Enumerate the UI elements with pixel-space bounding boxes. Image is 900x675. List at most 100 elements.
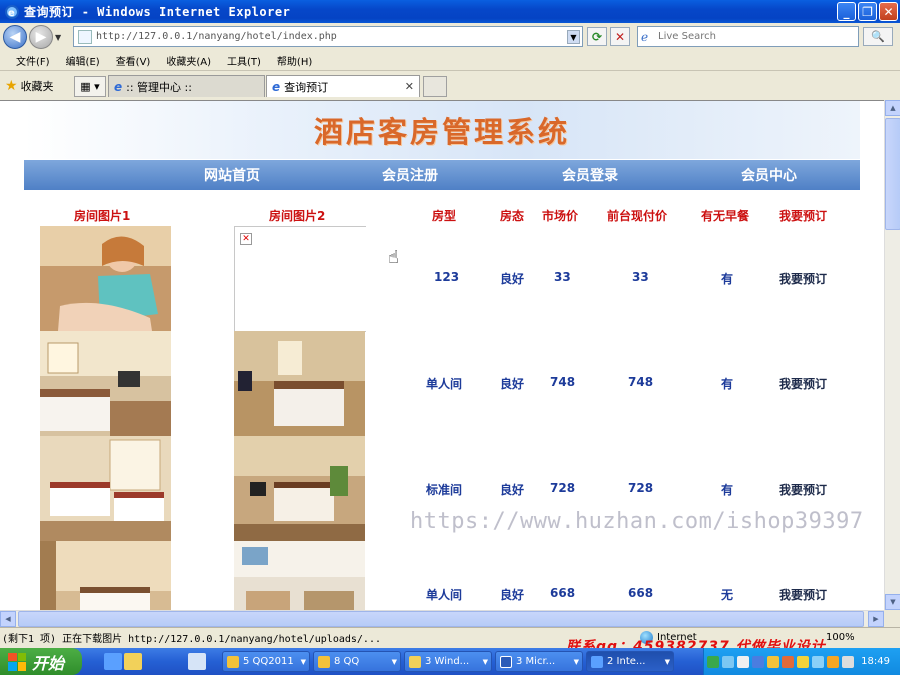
back-button[interactable]: ◀ [3, 25, 27, 49]
tray-icon[interactable] [737, 655, 749, 668]
desktop-quicklaunch-icon[interactable] [188, 653, 206, 670]
scroll-up-icon[interactable]: ▲ [885, 100, 900, 116]
address-url[interactable]: http://127.0.0.1/nanyang/hotel/index.php [96, 31, 337, 42]
search-input[interactable] [658, 31, 848, 42]
tray-icon[interactable] [767, 655, 779, 668]
status-text: (剩下1 项) 正在下载图片 http://127.0.0.1/nanyang/… [2, 634, 381, 645]
favorites-button[interactable]: ★ 收藏夹 [5, 78, 54, 94]
cell-room-type: 标准间 [426, 483, 463, 497]
ie-icon: e [5, 4, 19, 19]
tray-icon[interactable] [782, 655, 794, 668]
task-label: 2 Inte... [607, 656, 646, 667]
chevron-down-icon: ▼ [573, 657, 579, 666]
book-link[interactable]: 我要预订 [779, 586, 827, 603]
windows-flag-icon [8, 652, 26, 671]
forward-button[interactable]: ▶ [29, 25, 53, 49]
menu-favorites[interactable]: 收藏夹(A) [166, 53, 211, 68]
svg-text:e: e [8, 8, 15, 19]
scroll-right-icon[interactable]: ▶ [868, 611, 884, 627]
zoom-level[interactable]: 100% [826, 632, 855, 643]
cell-front-desk-price: 33 [632, 270, 649, 284]
header-market-price: 市场价 [542, 209, 579, 223]
tab-query-booking[interactable]: e 查询预订 ✕ [266, 75, 420, 97]
close-tab-icon[interactable]: ✕ [405, 80, 414, 93]
cell-room-status: 良好 [500, 588, 525, 602]
ie-icon [591, 655, 603, 668]
menu-tools[interactable]: 工具(T) [227, 53, 261, 68]
minimize-button[interactable]: _ [837, 2, 856, 21]
hand-cursor-icon: ☝ [388, 247, 399, 268]
start-button[interactable]: 开始 [0, 648, 82, 675]
taskbar-item-qq2011[interactable]: 5 QQ2011 ▼ [222, 651, 310, 672]
vertical-scrollbar[interactable]: ▲ ▼ [884, 100, 900, 610]
close-button[interactable]: ✕ [879, 2, 898, 21]
word-icon [500, 655, 512, 668]
site-banner: 酒店客房管理系统 [24, 101, 860, 159]
header-room-status: 房态 [500, 209, 525, 223]
tab-admin-center[interactable]: e :: 管理中心 :: [108, 75, 265, 97]
task-label: 8 QQ [334, 656, 360, 667]
quick-tabs-button[interactable]: ▦ ▾ [74, 76, 106, 97]
scroll-thumb[interactable] [18, 611, 864, 627]
cell-front-desk-price: 748 [628, 375, 654, 389]
tray-icon[interactable] [797, 655, 809, 668]
scroll-thumb[interactable] [885, 118, 900, 230]
header-room-type: 房型 [432, 209, 457, 223]
tray-icon[interactable] [752, 655, 764, 668]
room-photo [40, 436, 171, 541]
page-content: 酒店客房管理系统 网站首页 会员注册 会员登录 会员中心 房间图片1 房间图片2… [0, 100, 884, 610]
taskbar-item-word[interactable]: 3 Micr... ▼ [495, 651, 583, 672]
tray-icon[interactable] [812, 655, 824, 668]
tray-icon[interactable] [827, 655, 839, 668]
header-breakfast: 有无早餐 [701, 209, 750, 223]
address-bar[interactable]: http://127.0.0.1/nanyang/hotel/index.php… [73, 26, 583, 47]
book-link[interactable]: 我要预订 [779, 270, 827, 287]
scroll-corner [884, 610, 900, 626]
menu-file[interactable]: 文件(F) [16, 53, 50, 68]
search-go-button[interactable]: 🔍 [863, 27, 893, 46]
taskbar-item-ie[interactable]: 2 Inte... ▼ [586, 651, 674, 672]
room-photo [234, 436, 365, 541]
nav-register[interactable]: 会员注册 [382, 165, 438, 185]
favorites-label: 收藏夹 [20, 79, 54, 93]
scroll-left-icon[interactable]: ◀ [0, 611, 16, 627]
nav-home[interactable]: 网站首页 [204, 165, 260, 185]
system-tray: 18:49 [703, 648, 900, 675]
room-photo [40, 541, 171, 610]
book-link[interactable]: 我要预订 [779, 375, 827, 392]
cell-breakfast: 有 [721, 483, 734, 497]
scroll-down-icon[interactable]: ▼ [885, 594, 900, 610]
start-label: 开始 [32, 653, 65, 673]
search-box[interactable]: ℯ [637, 26, 859, 47]
tray-icon[interactable] [707, 655, 719, 668]
address-dropdown-icon[interactable]: ▼ [567, 30, 580, 44]
cell-room-status: 良好 [500, 483, 525, 497]
horizontal-scrollbar[interactable]: ◀ ▶ [0, 610, 884, 627]
cell-market-price: 728 [550, 481, 576, 495]
new-tab-button[interactable] [423, 76, 447, 97]
folder-quicklaunch-icon[interactable] [124, 653, 142, 670]
nav-member-center[interactable]: 会员中心 [741, 165, 797, 185]
refresh-button[interactable]: ⟳ [587, 27, 607, 46]
broken-image-icon: ✕ [240, 233, 252, 245]
watermark-text: https://www.huzhan.com/ishop39397 [410, 509, 864, 534]
chevron-down-icon: ▼ [664, 657, 670, 666]
menu-edit[interactable]: 编辑(E) [66, 53, 100, 68]
stop-button[interactable]: ✕ [610, 27, 630, 46]
taskbar-item-qq[interactable]: 8 QQ ▼ [313, 651, 401, 672]
ie-quicklaunch-icon[interactable] [104, 653, 122, 670]
clock: 18:49 [861, 656, 890, 667]
taskbar: 开始 5 QQ2011 ▼ 8 QQ ▼ 3 Wind... ▼ 3 Micr.… [0, 648, 900, 675]
history-dropdown-icon[interactable]: ▼ [55, 33, 61, 42]
cell-front-desk-price: 668 [628, 586, 654, 600]
volume-icon[interactable] [842, 655, 854, 668]
menu-view[interactable]: 查看(V) [116, 53, 151, 68]
cell-room-type: 123 [434, 270, 460, 284]
menu-help[interactable]: 帮助(H) [277, 53, 312, 68]
taskbar-item-windows[interactable]: 3 Wind... ▼ [404, 651, 492, 672]
tray-icon[interactable] [722, 655, 734, 668]
task-label: 3 Wind... [425, 656, 470, 667]
book-link[interactable]: 我要预订 [779, 481, 827, 498]
nav-login[interactable]: 会员登录 [562, 165, 618, 185]
maximize-button[interactable]: ❐ [858, 2, 877, 21]
